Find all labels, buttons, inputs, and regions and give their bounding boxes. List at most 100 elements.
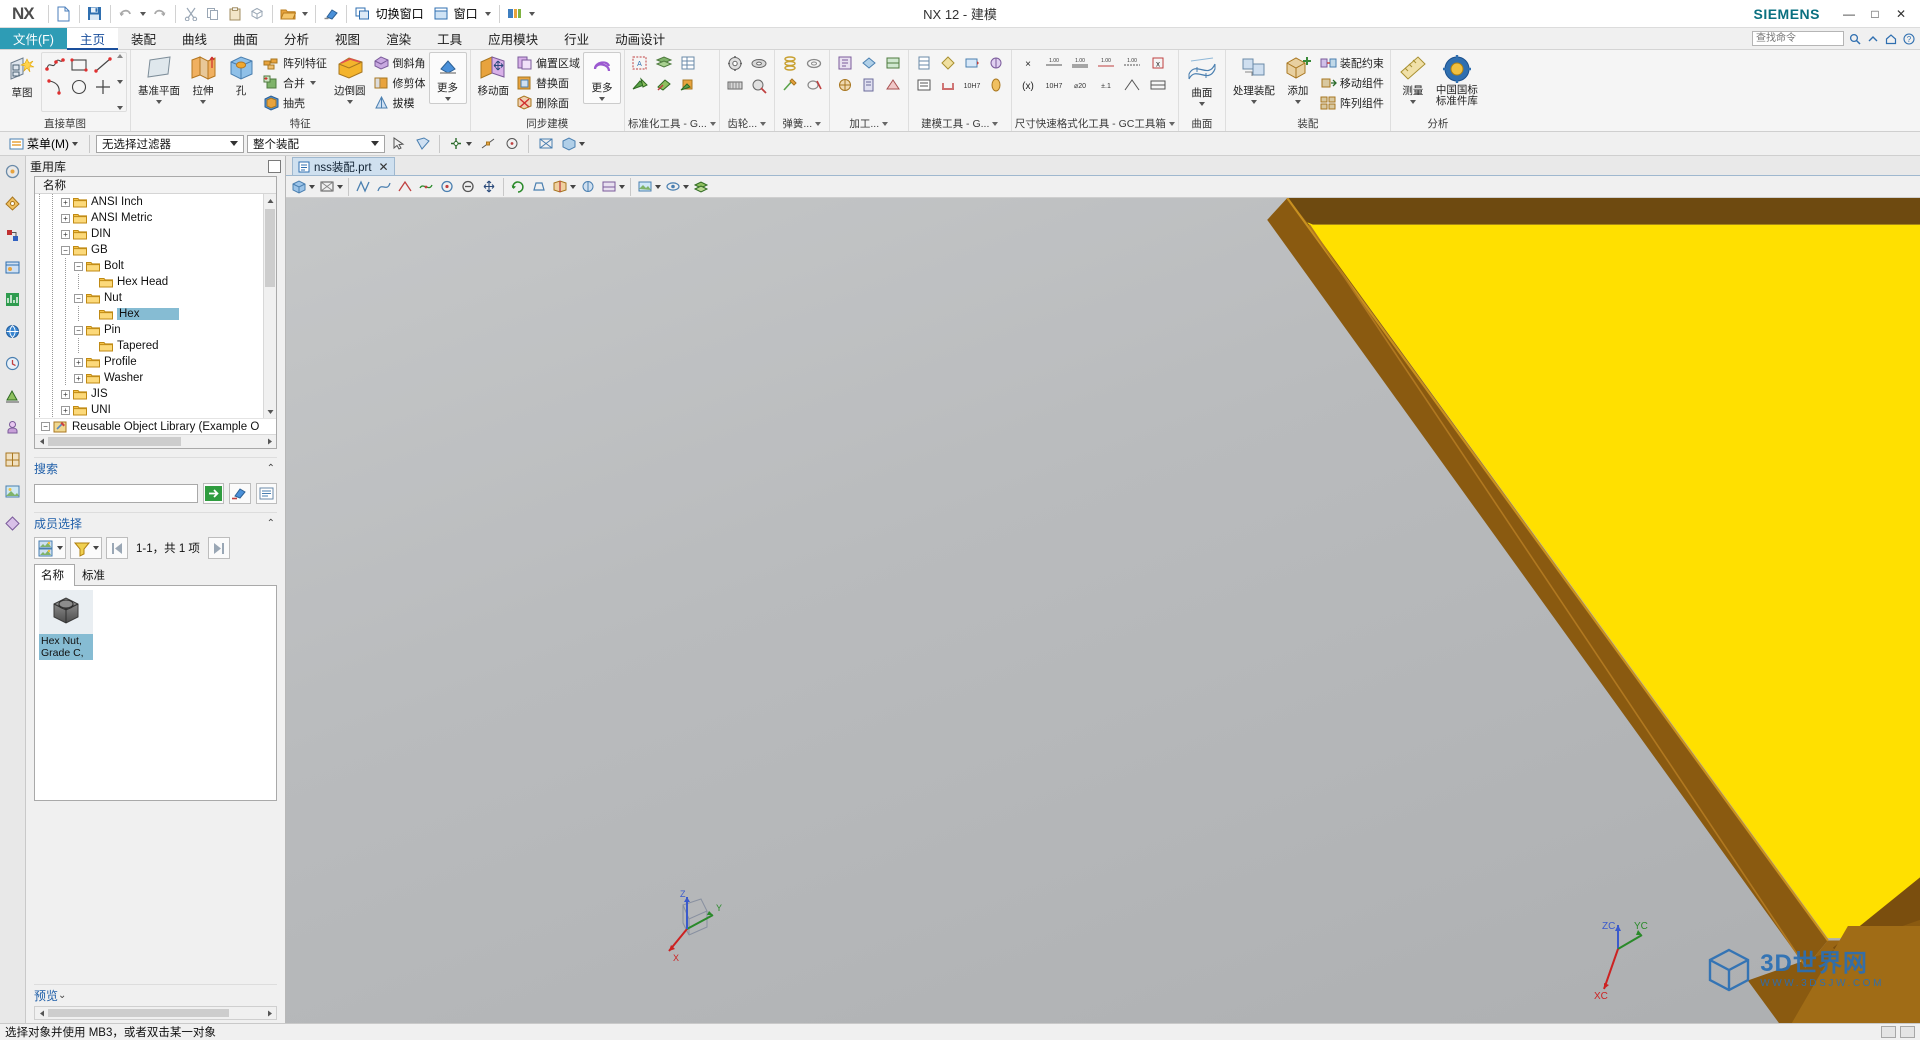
rectangle-icon[interactable] (67, 54, 91, 76)
gc-green-1-icon[interactable] (628, 74, 652, 96)
gc-green-2-icon[interactable] (652, 74, 676, 96)
layer-tool-icon[interactable] (652, 52, 676, 74)
group-dropdown-icon[interactable] (760, 122, 767, 127)
trimetric-view-icon[interactable] (416, 177, 436, 196)
gc-green-3-icon[interactable] (676, 74, 700, 96)
add-component-dropdown-icon[interactable] (1294, 100, 1301, 104)
reuse-library-icon[interactable] (2, 256, 24, 278)
model-tool-7-icon[interactable]: 10H7 (960, 74, 984, 96)
dimension-icon[interactable] (91, 76, 115, 98)
tree-item[interactable]: + DIN (35, 226, 263, 242)
section-icon[interactable] (550, 177, 577, 196)
pan-icon[interactable] (479, 177, 499, 196)
shaded-dropdown-icon[interactable] (579, 141, 585, 146)
dim-100-a-icon[interactable]: 1.00 (1041, 52, 1067, 74)
display-style-icon[interactable] (504, 3, 526, 25)
view-mode-dropdown-icon[interactable] (57, 546, 63, 550)
tree-toggle-icon[interactable]: − (74, 293, 83, 303)
shell-button[interactable]: 抽壳 (260, 93, 330, 112)
close-button[interactable]: ✕ (1888, 3, 1914, 25)
wireframe-view-icon[interactable] (317, 177, 344, 196)
model-tool-2-icon[interactable] (936, 52, 960, 74)
pattern-feature-button[interactable]: 阵列特征 (260, 53, 330, 72)
hole-button[interactable]: 孔 (222, 52, 260, 100)
select-general-icon[interactable] (388, 134, 409, 154)
member-card-hex-nut[interactable]: Hex Nut, Grade C, (39, 590, 93, 660)
close-icon[interactable]: ✕ (376, 160, 389, 174)
command-search-input[interactable] (1752, 31, 1844, 46)
tab-view[interactable]: 视图 (322, 28, 373, 49)
tab-tools[interactable]: 工具 (424, 28, 475, 49)
tree-toggle-icon[interactable]: − (61, 245, 70, 255)
constraint-navigator-icon[interactable] (2, 192, 24, 214)
part-list-icon[interactable] (676, 52, 700, 74)
line-icon[interactable] (91, 54, 115, 76)
edge-blend-button[interactable]: 边倒圆 (330, 52, 370, 106)
tree-item[interactable]: − GB (35, 242, 263, 258)
select-face-icon[interactable] (412, 134, 433, 154)
redo-icon[interactable] (149, 3, 171, 25)
ribbon-collapse-icon[interactable] (1865, 31, 1880, 46)
window-dropdown-icon[interactable] (482, 3, 494, 25)
member-tab-name[interactable]: 名称 (34, 564, 75, 586)
move-face-button[interactable]: 移动面 (474, 52, 514, 100)
visibility-icon[interactable] (663, 177, 690, 196)
tree-item[interactable]: Hex (35, 306, 263, 322)
edge-blend-dropdown-icon[interactable] (346, 100, 353, 104)
tree-toggle-icon[interactable]: + (61, 213, 70, 223)
scroll-down-icon[interactable] (117, 80, 123, 84)
surface-dropdown-icon[interactable] (1198, 102, 1205, 106)
spring-edit-icon[interactable] (778, 74, 802, 96)
hscroll-right-button[interactable] (263, 435, 276, 448)
model-tool-1-icon[interactable] (912, 52, 936, 74)
graphics-view[interactable]: X Y Z ZC YC XC 3D世界网 WWW.3DSJW.COM (286, 198, 1920, 1023)
group-dropdown-icon[interactable] (815, 122, 822, 127)
disc-spring-icon[interactable] (802, 52, 826, 74)
section-dropdown-icon[interactable] (569, 184, 576, 189)
tree-toggle-icon[interactable]: + (61, 197, 70, 207)
assembly-constraint-button[interactable]: 装配约束 (1317, 53, 1387, 72)
hscroll-thumb[interactable] (48, 437, 182, 446)
surface-button[interactable]: 曲面 (1182, 52, 1222, 108)
new-file-icon[interactable] (53, 3, 75, 25)
spring-del-icon[interactable] (802, 74, 826, 96)
model-tool-6-icon[interactable] (936, 74, 960, 96)
display-style-dropdown-icon[interactable] (526, 3, 538, 25)
panel-hscroll-right[interactable] (263, 1007, 276, 1019)
dim-h7-icon[interactable]: 10H7 (1041, 74, 1067, 96)
copy-icon[interactable] (202, 3, 224, 25)
gb-library-button[interactable]: 中国国标 标准件库 (1432, 52, 1482, 109)
model-geometry[interactable] (286, 198, 1920, 1023)
search-input[interactable] (34, 484, 198, 503)
tab-curve[interactable]: 曲线 (169, 28, 220, 49)
tab-surface[interactable]: 曲面 (220, 28, 271, 49)
datum-plane-button[interactable]: 基准平面 (134, 52, 184, 106)
machining-6-icon[interactable] (881, 74, 905, 96)
studio-spline-icon[interactable] (43, 54, 67, 76)
status-indicator-2[interactable] (1900, 1026, 1915, 1038)
minimize-button[interactable]: — (1836, 3, 1862, 25)
zoom-fit-icon[interactable] (437, 177, 457, 196)
search-options-button[interactable] (255, 483, 277, 504)
snap-dropdown-icon[interactable] (466, 141, 472, 146)
eraser-icon[interactable] (320, 3, 342, 25)
group-dropdown-icon[interactable] (882, 122, 889, 127)
model-tool-3-icon[interactable] (960, 52, 984, 74)
undo-dropdown-icon[interactable] (137, 3, 149, 25)
snap-midpoint-icon[interactable] (477, 134, 498, 154)
unite-dropdown-icon[interactable] (310, 80, 316, 85)
trim-body-button[interactable]: 修剪体 (370, 73, 429, 92)
dim-100-c-icon[interactable]: 1.00 (1093, 52, 1119, 74)
filter-dropdown-icon[interactable] (93, 546, 99, 550)
web-browser-icon[interactable] (2, 320, 24, 342)
tree-item[interactable]: + Washer (35, 370, 263, 386)
dim-box-x-icon[interactable]: x (1145, 52, 1171, 74)
document-tab-nss-assembly[interactable]: nss装配.prt ✕ (292, 157, 395, 175)
worm-gear-icon[interactable] (723, 74, 747, 96)
process-assembly-dropdown-icon[interactable] (1250, 100, 1257, 104)
rotate-icon[interactable] (508, 177, 528, 196)
last-page-button[interactable] (207, 537, 230, 559)
tree-toggle-icon[interactable]: − (74, 261, 83, 271)
dim-tol-1-icon[interactable]: ⌀20 (1067, 74, 1093, 96)
panel-hscroll-track[interactable] (48, 1007, 263, 1019)
